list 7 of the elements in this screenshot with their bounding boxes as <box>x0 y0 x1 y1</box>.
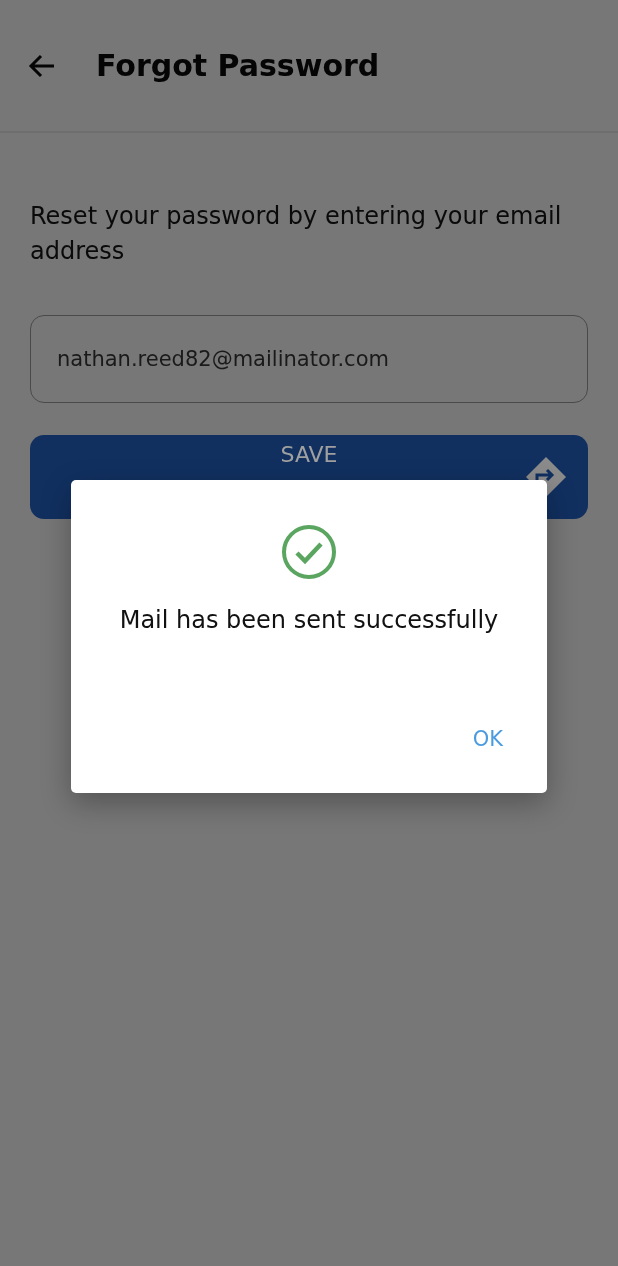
email-field[interactable]: nathan.reed82@mailinator.com <box>30 315 588 403</box>
check-circle-icon <box>281 524 337 580</box>
dialog-message: Mail has been sent successfully <box>118 605 500 636</box>
ok-button[interactable]: OK <box>462 719 513 759</box>
instructions-text: Reset your password by entering your email address <box>30 201 563 267</box>
page-title: Forgot Password <box>96 47 380 85</box>
back-arrow-icon[interactable] <box>28 53 56 78</box>
